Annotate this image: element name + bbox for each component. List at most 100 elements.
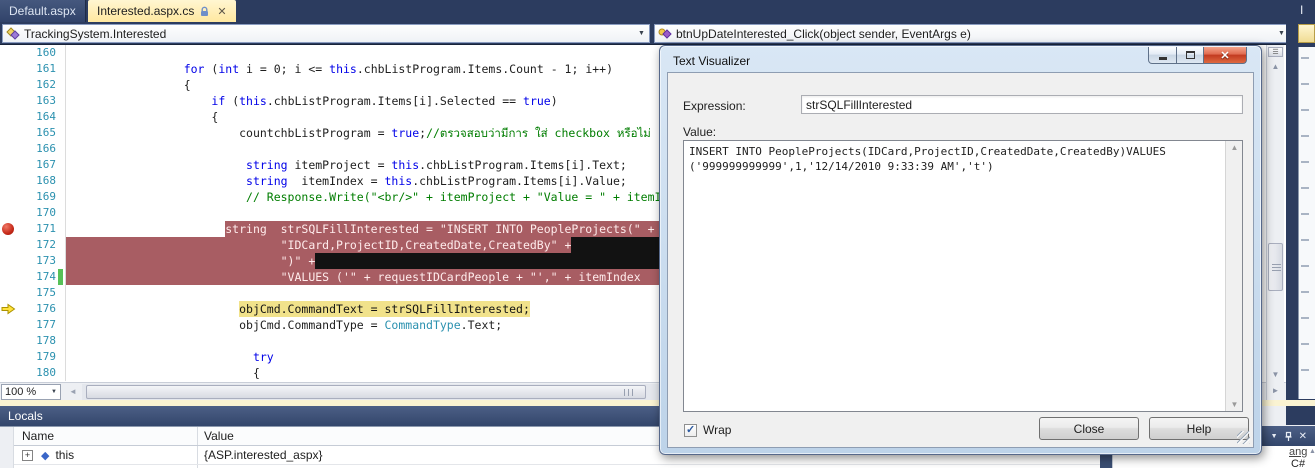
line-number: 172 [36,238,56,251]
vertical-scrollbar-thumb[interactable] [1268,243,1283,291]
minimize-button[interactable] [1148,47,1177,64]
line-number: 171 [36,222,56,235]
scroll-left-icon[interactable]: ◄ [66,385,80,399]
scroll-down-icon[interactable]: ▼ [1226,400,1243,409]
tab-interested-aspx-cs[interactable]: Interested.aspx.cs ✕ [88,0,236,22]
close-window-button[interactable]: ✕ [1204,47,1247,64]
selected-code: ")" + [66,253,316,269]
wrap-label: Wrap [703,423,732,437]
splitter-handle[interactable]: ☰ [1268,47,1283,57]
dialog-title: Text Visualizer [673,54,751,68]
close-icon[interactable]: ✕ [1299,431,1307,442]
change-margin [56,205,66,221]
line-number: 170 [36,206,56,219]
expand-icon[interactable]: + [22,449,33,461]
value-textarea[interactable]: INSERT INTO PeopleProjects(IDCard,Projec… [683,140,1243,412]
indicator-margin[interactable] [0,253,18,269]
current-statement-code: objCmd.CommandText = strSQLFillIntereste… [239,301,530,317]
language-column-header[interactable]: ang [1289,446,1307,458]
indicator-margin[interactable] [0,141,18,157]
indicator-margin[interactable] [0,237,18,253]
scroll-up-icon[interactable]: ▲ [1226,143,1243,152]
line-number: 168 [36,174,56,187]
indicator-margin[interactable] [0,61,18,77]
indicator-margin[interactable] [0,269,18,285]
indicator-margin[interactable] [0,173,18,189]
indicator-margin[interactable] [0,205,18,221]
close-button[interactable]: Close [1039,417,1139,440]
close-tab-icon[interactable]: ✕ [217,5,226,18]
window-buttons: ✕ [1148,47,1247,64]
change-margin [56,93,66,109]
indicator-margin[interactable] [0,285,18,301]
change-margin [56,301,66,317]
scrollbar-grip [624,389,635,396]
change-margin [56,109,66,125]
indicator-margin[interactable] [0,157,18,173]
indicator-margin[interactable] [0,109,18,125]
expression-input[interactable]: strSQLFillInterested [801,95,1243,114]
chevron-down-icon[interactable]: ▼ [634,25,649,42]
indicator-margin[interactable] [0,45,18,61]
change-margin [56,253,66,269]
horizontal-scrollbar-thumb[interactable] [86,385,646,399]
value-label: Value: [683,125,717,139]
change-margin [56,237,66,253]
member-dropdown-value: btnUpDateInterested_Click(object sender,… [676,26,971,41]
language-value: C# [1291,458,1306,468]
tab-label: Interested.aspx.cs [97,4,195,18]
pin-icon[interactable] [1284,431,1293,442]
change-margin [56,269,66,285]
indicator-margin[interactable] [0,317,18,333]
tab-default-aspx[interactable]: Default.aspx [0,0,86,22]
value-scrollbar[interactable]: ▲ ▼ [1225,141,1242,411]
indicator-margin[interactable] [0,349,18,365]
change-margin [56,173,66,189]
type-dropdown-value: TrackingSystem.Interested [24,26,167,41]
wrap-checkbox[interactable]: Wrap [684,423,731,437]
document-tab-bar: Default.aspx Interested.aspx.cs ✕ [0,0,1315,22]
indicator-margin[interactable] [0,93,18,109]
indicator-margin[interactable] [0,125,18,141]
scroll-right-icon[interactable]: ► [1267,383,1284,399]
field-icon: ◆ [41,449,50,462]
scroll-up-icon[interactable]: ▲ [1267,59,1284,74]
line-number: 179 [36,350,56,363]
vertical-scrollbar[interactable]: ☰ ▲ ▼ ► [1266,45,1284,400]
window-position-icon[interactable]: ▼ [1271,433,1278,440]
zoom-level-dropdown[interactable]: 100 % ▼ [1,384,61,400]
indicator-margin[interactable] [0,365,18,381]
line-number: 160 [36,46,56,59]
indicator-margin[interactable] [0,77,18,93]
line-number: 169 [36,190,56,203]
breakpoint-icon[interactable] [2,223,14,235]
maximize-button[interactable] [1177,47,1204,64]
line-number: 162 [36,78,56,91]
line-number: 166 [36,142,56,155]
line-number: 173 [36,254,56,267]
zoom-level-value: 100 % [5,386,37,398]
indicator-margin[interactable] [0,221,18,237]
line-number: 178 [36,334,56,347]
change-margin [56,285,66,301]
checkbox-checked-icon[interactable] [684,423,697,437]
member-dropdown[interactable]: btnUpDateInterested_Click(object sender,… [654,24,1290,43]
indicator-margin[interactable] [0,333,18,349]
column-header-name[interactable]: Name [14,427,198,445]
change-margin [56,349,66,365]
indicator-margin[interactable] [0,301,18,317]
scroll-down-icon[interactable]: ▼ [1267,367,1284,382]
resize-grip[interactable] [1237,431,1250,444]
scroll-up-icon[interactable]: ▲ [1309,448,1315,455]
class-icon [6,27,20,40]
expression-label: Expression: [683,99,746,113]
change-margin [56,125,66,141]
scrollbar-grip [1272,264,1281,271]
value-text: INSERT INTO PeopleProjects(IDCard,Projec… [689,145,1166,173]
partial-tab-label[interactable]: I [1300,3,1303,17]
type-dropdown[interactable]: TrackingSystem.Interested ▼ [2,24,650,43]
line-number: 176 [36,302,56,315]
indicator-margin[interactable] [0,189,18,205]
change-margin [56,157,66,173]
help-button[interactable]: Help [1149,417,1249,440]
